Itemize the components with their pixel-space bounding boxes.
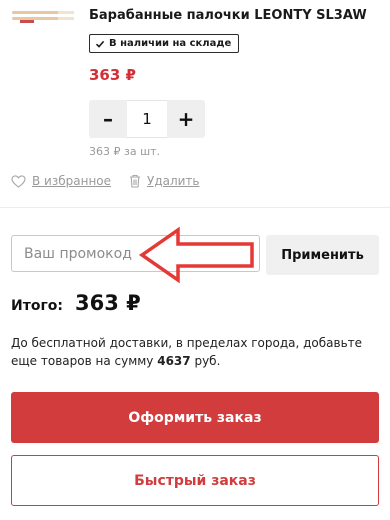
delete-label: Удалить <box>147 174 200 188</box>
quantity-stepper: – 1 + <box>89 100 205 138</box>
apply-promo-button[interactable]: Применить <box>266 235 379 275</box>
checkout-button[interactable]: Оформить заказ <box>11 392 379 443</box>
quantity-value[interactable]: 1 <box>127 100 167 138</box>
unit-price: 363 ₽ за шт. <box>89 145 161 158</box>
total-label: Итого: <box>11 298 63 314</box>
product-price: 363 ₽ <box>89 66 136 84</box>
heart-icon <box>11 174 26 188</box>
trash-icon <box>130 174 140 188</box>
delivery-text-after: руб. <box>190 354 221 368</box>
order-total: Итого: 363 ₽ <box>11 291 141 315</box>
delivery-amount: 4637 <box>157 354 191 368</box>
total-value: 363 ₽ <box>74 291 141 315</box>
quick-order-button[interactable]: Быстрый заказ <box>11 455 379 506</box>
annotation-arrow-icon <box>138 226 254 284</box>
stock-badge-label: В наличии на складе <box>109 38 232 49</box>
decrement-button[interactable]: – <box>89 100 127 138</box>
product-title[interactable]: Барабанные палочки LEONTY SL3AW <box>89 8 367 23</box>
favorites-label: В избранное <box>32 174 112 188</box>
increment-button[interactable]: + <box>167 100 205 138</box>
free-delivery-note: До бесплатной доставки, в пределах город… <box>11 334 381 370</box>
add-to-favorites-link[interactable]: В избранное <box>11 174 111 188</box>
stock-badge: В наличии на складе <box>89 34 240 53</box>
checkmark-icon <box>95 40 105 48</box>
product-image[interactable] <box>10 8 76 26</box>
delete-item-link[interactable]: Удалить <box>129 174 200 188</box>
section-divider <box>0 207 390 208</box>
